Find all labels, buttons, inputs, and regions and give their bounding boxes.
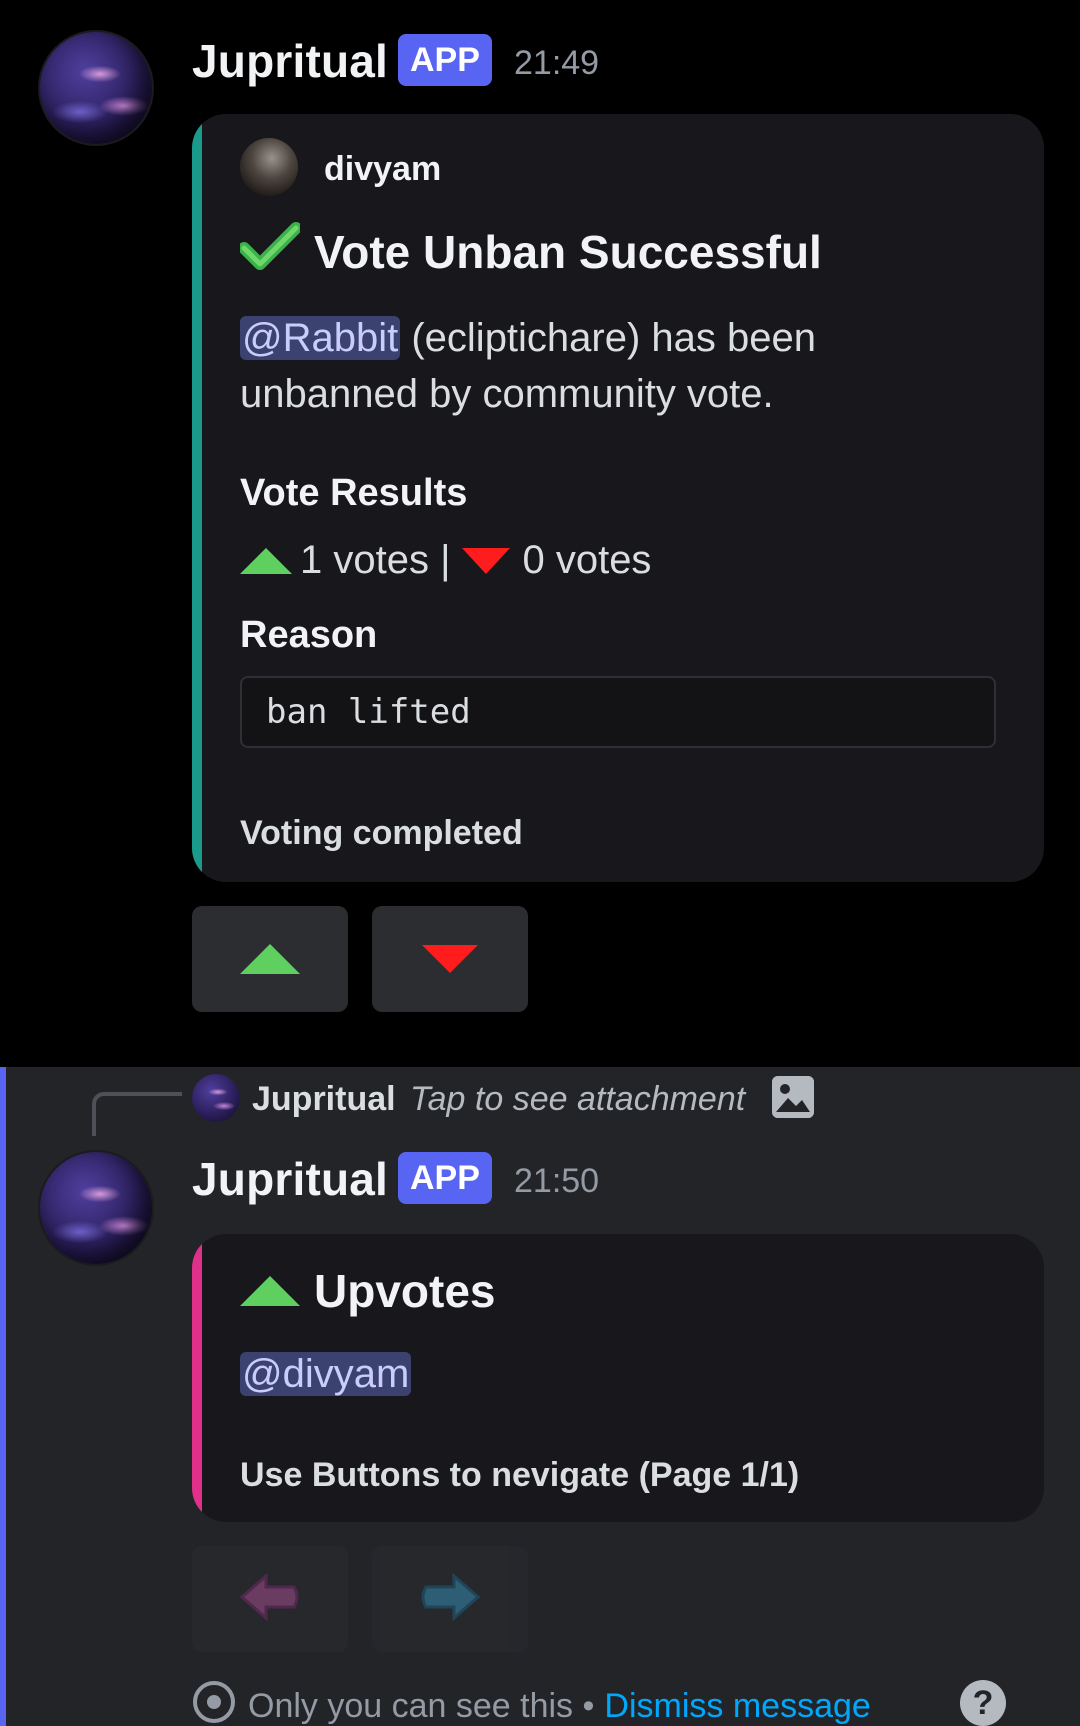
next-page-button[interactable] bbox=[372, 1546, 528, 1652]
description-text-line2: unbanned by community vote. bbox=[240, 372, 774, 416]
author-avatar[interactable] bbox=[240, 138, 298, 196]
right-arrow-icon bbox=[418, 1570, 482, 1629]
embed-title-text: Upvotes bbox=[314, 1265, 496, 1317]
up-triangle-icon bbox=[240, 547, 292, 574]
bot-avatar[interactable] bbox=[38, 30, 154, 146]
app-badge: APP bbox=[398, 34, 492, 86]
embed-title: Vote Unban Successful bbox=[238, 222, 822, 281]
reply-preview-text[interactable]: Tap to see attachment bbox=[410, 1080, 745, 1119]
upvote-button[interactable] bbox=[192, 906, 348, 1012]
embed-description: @divyam bbox=[240, 1346, 980, 1402]
username[interactable]: Jupritual bbox=[192, 1152, 388, 1206]
embed-author[interactable]: divyam bbox=[324, 150, 441, 189]
downvote-button[interactable] bbox=[372, 906, 528, 1012]
embed-title-text: Vote Unban Successful bbox=[314, 225, 822, 278]
app-badge: APP bbox=[398, 1152, 492, 1204]
mention-rabbit[interactable]: @Rabbit bbox=[240, 316, 401, 360]
ephemeral-highlight-bar bbox=[0, 1067, 6, 1726]
upvotes-embed: Upvotes @divyam Use Buttons to nevigate … bbox=[192, 1234, 1044, 1522]
downvote-count: 0 votes bbox=[522, 538, 652, 582]
eye-icon bbox=[192, 1680, 236, 1726]
dismiss-message-link[interactable]: Dismiss message bbox=[604, 1687, 870, 1726]
embed-footer: Voting completed bbox=[240, 814, 523, 852]
help-icon[interactable]: ? bbox=[960, 1680, 1006, 1726]
reply-avatar[interactable] bbox=[192, 1074, 240, 1122]
left-arrow-icon bbox=[238, 1570, 302, 1629]
embed-footer: Use Buttons to nevigate (Page 1/1) bbox=[240, 1456, 800, 1494]
reply-connector bbox=[92, 1092, 182, 1136]
embed-accent-bar bbox=[192, 114, 202, 882]
down-triangle-icon bbox=[462, 547, 511, 574]
up-triangle-icon bbox=[240, 1276, 300, 1306]
mention-divyam[interactable]: @divyam bbox=[240, 1352, 412, 1396]
down-triangle-icon bbox=[422, 945, 478, 973]
ephemeral-notice: Only you can see this • Dismiss message bbox=[192, 1680, 871, 1726]
image-icon bbox=[772, 1076, 814, 1118]
timestamp: 21:49 bbox=[514, 44, 600, 82]
upvote-count: 1 votes | bbox=[300, 538, 451, 582]
previous-page-button[interactable] bbox=[192, 1546, 348, 1652]
check-mark-icon bbox=[238, 222, 302, 281]
field-reason: Reason bbox=[240, 614, 378, 656]
vote-results-value: 1 votes | 0 votes bbox=[240, 538, 651, 583]
embed-title: Upvotes bbox=[240, 1264, 495, 1318]
vote-embed: divyam Vote Unban Successful @Rabbit (ec… bbox=[192, 114, 1044, 882]
username[interactable]: Jupritual bbox=[192, 34, 388, 88]
notice-text: Only you can see this • bbox=[248, 1687, 595, 1725]
timestamp: 21:50 bbox=[514, 1162, 600, 1200]
message-21-49: Jupritual APP 21:49 divyam Vote Unban Su… bbox=[0, 0, 1080, 1067]
embed-description: @Rabbit (ecliptichare) has been unbanned… bbox=[240, 310, 980, 422]
up-triangle-icon bbox=[240, 944, 300, 974]
embed-accent-bar bbox=[192, 1234, 202, 1522]
field-vote-results: Vote Results bbox=[240, 472, 468, 514]
reply-username[interactable]: Jupritual bbox=[252, 1080, 396, 1119]
description-text: (ecliptichare) has been bbox=[400, 316, 817, 360]
bot-avatar[interactable] bbox=[38, 1150, 154, 1266]
reason-code-block: ban lifted bbox=[240, 676, 996, 748]
